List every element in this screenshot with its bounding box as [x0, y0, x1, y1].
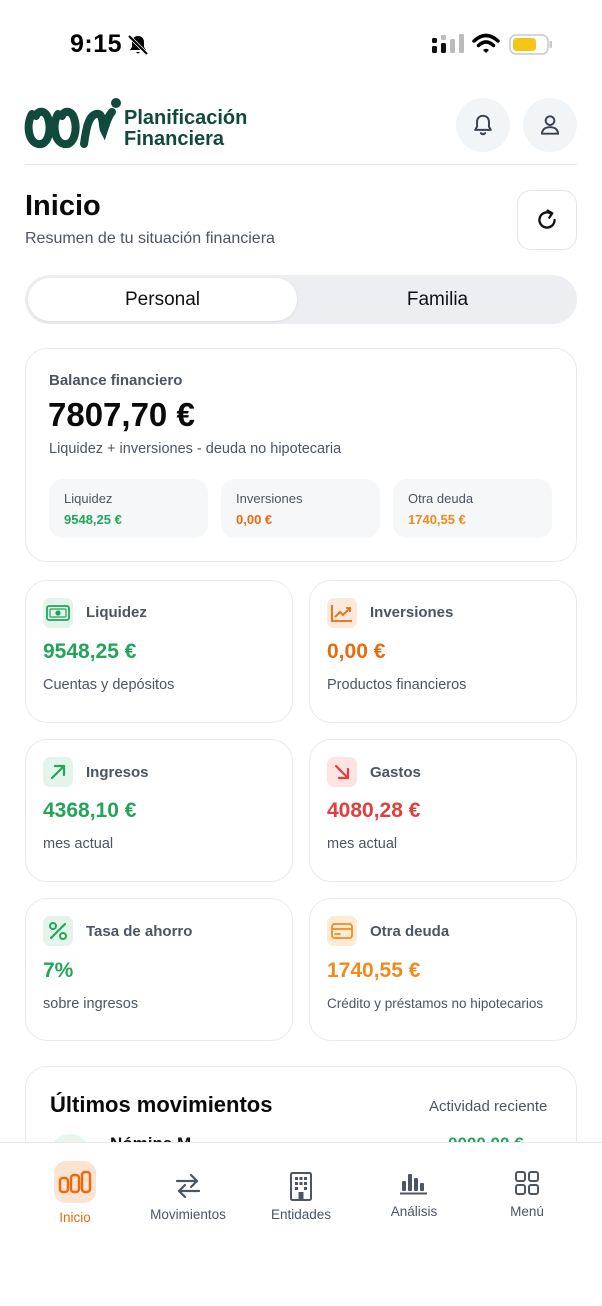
- stat-value: 1740,55 €: [327, 959, 421, 982]
- balance-item-label: Inversiones: [236, 491, 303, 506]
- bell-off-icon: [127, 34, 149, 56]
- brand-logo-icon: [24, 98, 121, 149]
- nav-label: Análisis: [390, 1204, 438, 1219]
- balance-item-value: 0,00 €: [236, 512, 273, 527]
- bar-chart-icon: [392, 1163, 436, 1203]
- balance-item-value: 9548,25 €: [64, 512, 122, 527]
- building-icon: [279, 1166, 323, 1206]
- nav-item-movimientos[interactable]: Movimientos: [133, 1166, 243, 1222]
- refresh-button[interactable]: [517, 190, 577, 250]
- cellular-signal-icon: [432, 34, 464, 53]
- bell-icon: [474, 114, 492, 136]
- nav-item-menu[interactable]: Menú: [472, 1163, 582, 1219]
- stat-label: Ingresos: [86, 764, 149, 781]
- tab-personal[interactable]: Personal: [28, 278, 297, 321]
- stat-label: Otra deuda: [370, 923, 450, 940]
- percent-icon: [43, 916, 73, 946]
- tab-familia[interactable]: Familia: [300, 278, 575, 321]
- brand-name-line2: Financiera: [124, 128, 225, 150]
- stat-subtitle: mes actual: [327, 836, 398, 852]
- grid-icon: [505, 1163, 549, 1203]
- arrow-up-right-icon: [43, 757, 73, 787]
- stat-subtitle: Productos financieros: [327, 677, 467, 693]
- status-time: 9:15: [70, 30, 123, 58]
- stat-value: 7%: [43, 959, 74, 982]
- balance-description: Liquidez + inversiones - deuda no hipote…: [49, 441, 342, 457]
- header-divider: [25, 164, 577, 165]
- nav-label: Inicio: [59, 1210, 91, 1225]
- wifi-icon: [472, 33, 500, 53]
- user-icon: [540, 115, 560, 135]
- stat-label: Inversiones: [370, 604, 454, 621]
- stat-label: Liquidez: [86, 604, 147, 621]
- nav-item-inicio[interactable]: Inicio: [20, 1161, 130, 1225]
- balance-label: Balance financiero: [49, 372, 183, 389]
- recent-movements-title: Últimos movimientos: [50, 1092, 273, 1117]
- stat-subtitle: Cuentas y depósitos: [43, 677, 175, 693]
- balance-item-liquidez: [49, 479, 208, 538]
- home-bars-icon: [54, 1161, 96, 1203]
- balance-item-label: Liquidez: [64, 491, 113, 506]
- brand-name-line1: Planificación: [124, 107, 248, 129]
- arrow-down-right-icon: [327, 757, 357, 787]
- stat-value: 4368,10 €: [43, 799, 137, 822]
- notifications-button[interactable]: [456, 98, 510, 152]
- refresh-icon: [538, 209, 556, 229]
- stat-subtitle: mes actual: [43, 836, 114, 852]
- arrows-swap-icon: [166, 1166, 210, 1206]
- nav-item-analisis[interactable]: Análisis: [359, 1163, 469, 1219]
- nav-item-entidades[interactable]: Entidades: [246, 1166, 356, 1222]
- balance-item-inversiones: [221, 479, 380, 538]
- page-title: Inicio: [25, 190, 101, 222]
- battery-icon: [509, 34, 552, 55]
- stat-label: Gastos: [370, 764, 421, 781]
- recent-movements-subtitle: Actividad reciente: [429, 1098, 548, 1115]
- profile-button[interactable]: [523, 98, 577, 152]
- stat-value: 4080,28 €: [327, 799, 421, 822]
- stat-subtitle: Crédito y préstamos no hipotecarios: [327, 996, 544, 1011]
- page-subtitle: Resumen de tu situación financiera: [25, 230, 275, 247]
- nav-label: Menú: [510, 1204, 544, 1219]
- stat-label: Tasa de ahorro: [86, 923, 193, 940]
- balance-item-label: Otra deuda: [408, 491, 474, 506]
- cash-icon: [43, 598, 73, 628]
- stat-value: 9548,25 €: [43, 640, 137, 663]
- balance-item-otra-deuda: [393, 479, 552, 538]
- stat-subtitle: sobre ingresos: [43, 996, 139, 1012]
- nav-label: Movimientos: [150, 1207, 226, 1222]
- trending-up-icon: [327, 598, 357, 628]
- balance-amount: 7807,70 €: [48, 396, 195, 433]
- nav-label: Entidades: [270, 1207, 332, 1222]
- stat-value: 0,00 €: [327, 640, 386, 663]
- balance-item-value: 1740,55 €: [408, 512, 466, 527]
- credit-card-icon: [327, 916, 357, 946]
- brand-name: Planificación Financiera: [124, 108, 247, 150]
